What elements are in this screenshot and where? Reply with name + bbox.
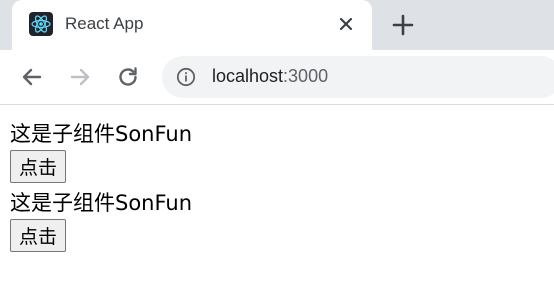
tab-title: React App — [65, 14, 144, 33]
url-host: localhost — [212, 66, 284, 86]
info-icon[interactable] — [176, 67, 196, 87]
new-tab-plus-icon[interactable] — [390, 12, 416, 38]
reload-icon[interactable] — [115, 64, 141, 90]
url-text[interactable]: localhost:3000 — [212, 66, 328, 87]
click-button[interactable]: 点击 — [10, 219, 67, 252]
son-component: 这是子组件SonFun 点击 — [10, 189, 544, 252]
browser-tabstrip: React App — [0, 0, 554, 50]
react-logo-icon — [29, 12, 53, 36]
url-port: :3000 — [283, 66, 329, 86]
browser-toolbar: localhost:3000 — [0, 50, 554, 105]
page-content: 这是子组件SonFun 点击 这是子组件SonFun 点击 — [0, 105, 554, 252]
son-component-label: 这是子组件SonFun — [10, 122, 193, 146]
son-component-label: 这是子组件SonFun — [10, 191, 193, 215]
address-bar[interactable]: localhost:3000 — [162, 56, 554, 98]
close-tab-icon[interactable] — [334, 12, 358, 36]
son-component: 这是子组件SonFun 点击 — [10, 120, 544, 183]
forward-arrow-icon[interactable] — [67, 64, 93, 90]
click-button[interactable]: 点击 — [10, 150, 67, 183]
back-arrow-icon[interactable] — [19, 64, 45, 90]
browser-tab[interactable]: React App — [12, 0, 372, 50]
